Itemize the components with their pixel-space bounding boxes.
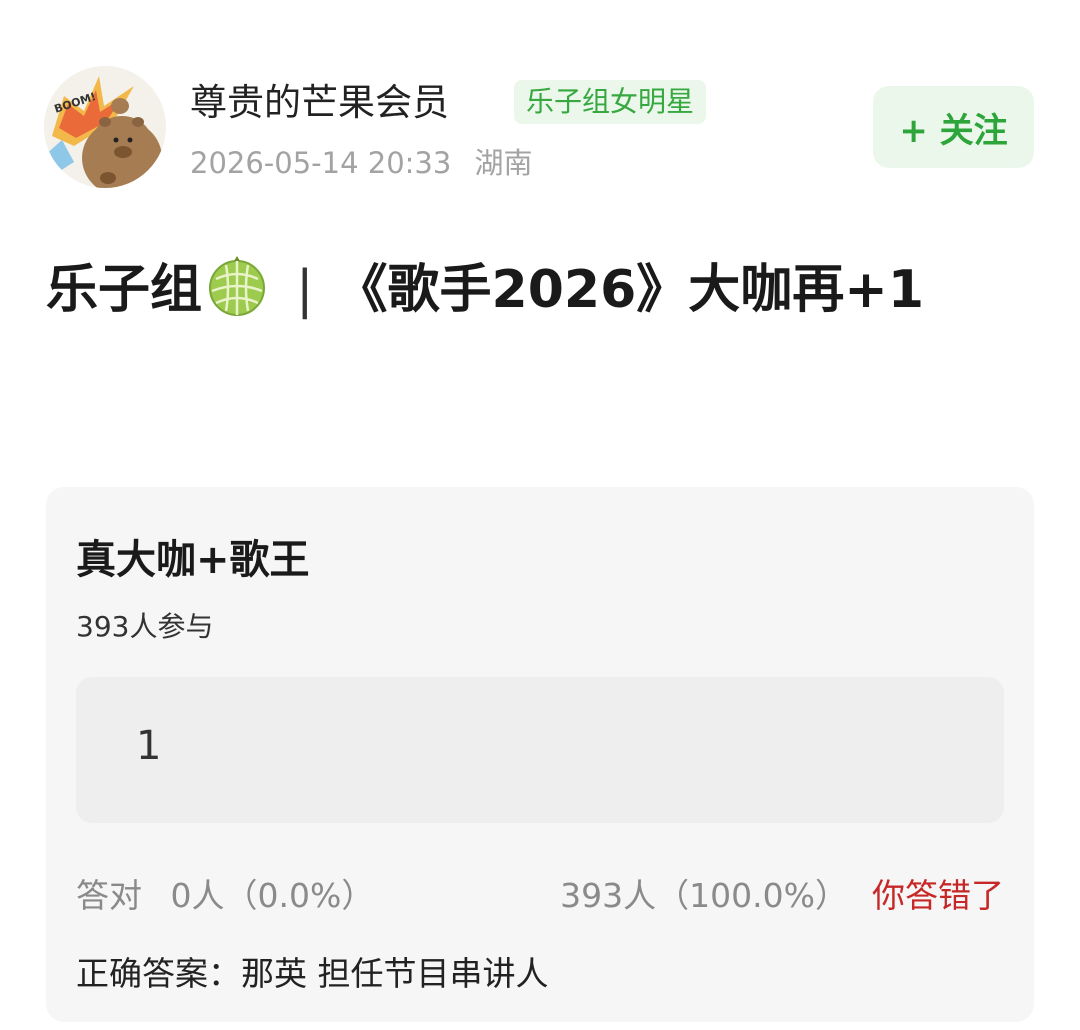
title-end: 《歌手2026》大咖再+1 <box>335 260 925 320</box>
post-meta: 2026-05-14 20:33 湖南 <box>190 140 533 182</box>
post-date: 2026-05-14 20:33 <box>190 146 452 180</box>
poll-participants: 393人参与 <box>76 610 214 643</box>
correct-stats: 0人（0.0%） <box>170 876 375 915</box>
poll-card: 真大咖+歌王 393人参与 1 答对 0人（0.0%） 393人（100.0%）… <box>46 487 1034 1022</box>
poll-question: 真大咖+歌王 <box>76 537 310 583</box>
option-stats: 393人（100.0%） <box>560 876 848 915</box>
avatar[interactable]: BOOM! <box>44 66 166 188</box>
result-wrong-text: 你答错了 <box>872 876 1004 915</box>
melon-icon <box>206 255 268 342</box>
correct-answer: 正确答案：那英 担任节目串讲人 <box>76 954 549 993</box>
follow-button[interactable]: + 关注 <box>873 86 1034 168</box>
capybara-avatar-icon: BOOM! <box>44 66 166 188</box>
username[interactable]: 尊贵的芒果会员 <box>190 72 449 126</box>
post-title: 乐子组 | 《歌手2026》大咖再+1 <box>46 248 1036 342</box>
post-location: 湖南 <box>474 146 533 180</box>
option-stats-group: 393人（100.0%） 你答错了 <box>560 869 1004 917</box>
title-start: 乐子组 <box>46 260 203 320</box>
title-separator: | <box>296 260 314 320</box>
post-page: BOOM! 尊贵的芒果会员 乐子组女明星 2026-05-14 20:33 湖南… <box>0 0 1080 1030</box>
correct-label: 答对 <box>76 876 142 915</box>
poll-stats: 答对 0人（0.0%） 393人（100.0%） 你答错了 <box>76 869 1004 917</box>
poll-option[interactable]: 1 <box>76 677 1004 823</box>
poll-option-label: 1 <box>136 723 162 769</box>
user-tag-badge[interactable]: 乐子组女明星 <box>514 80 707 124</box>
